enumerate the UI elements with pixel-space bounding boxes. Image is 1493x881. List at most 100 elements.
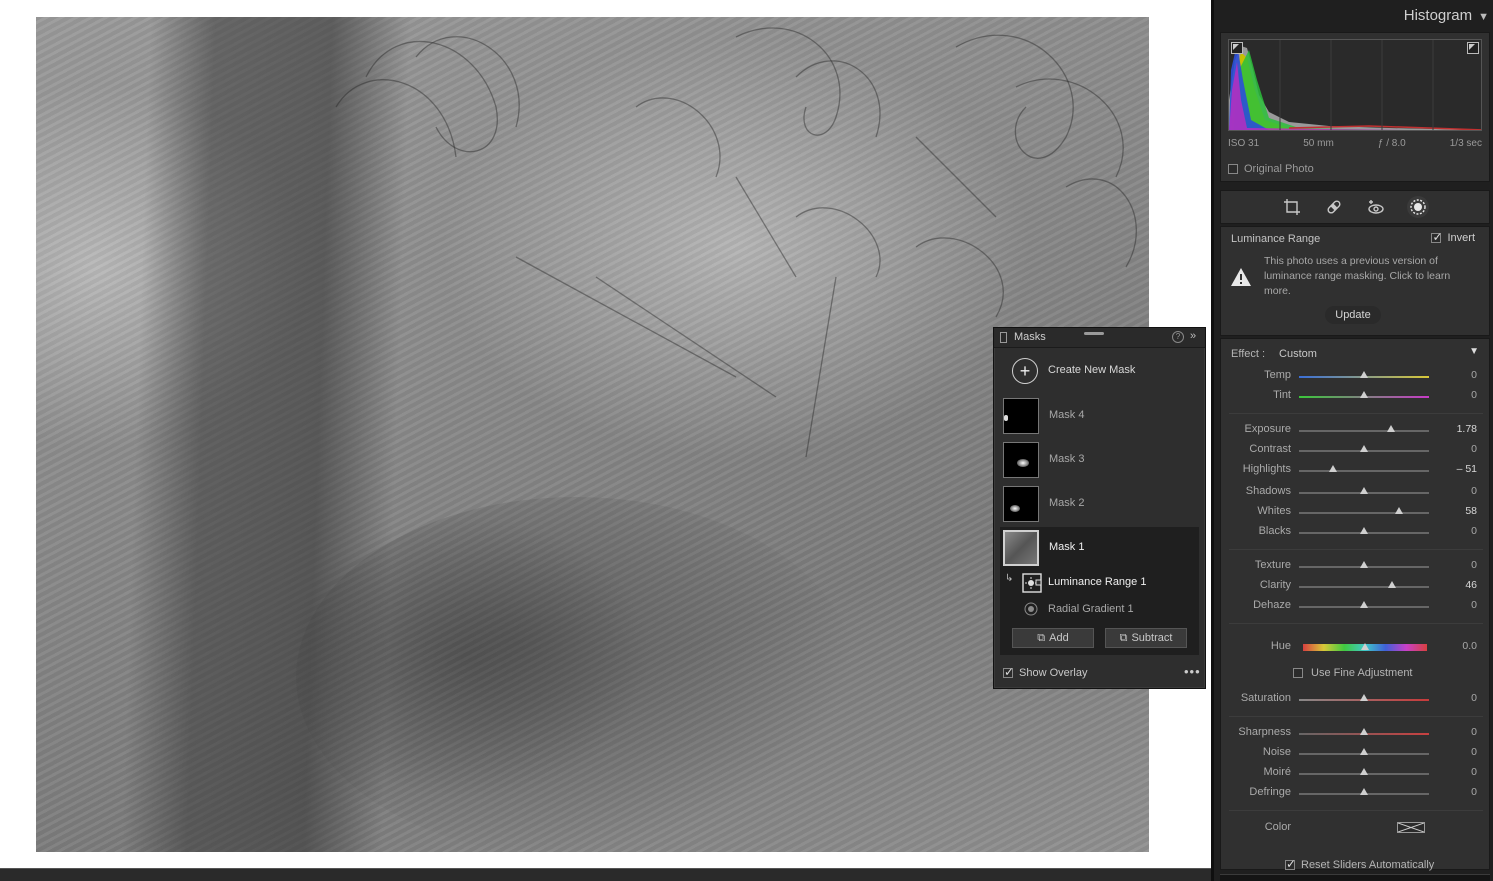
- component-radial-gradient[interactable]: Radial Gradient 1: [1000, 598, 1199, 622]
- slider-track[interactable]: [1299, 391, 1429, 398]
- add-button[interactable]: ⧉ Add: [1012, 628, 1094, 648]
- slider-whites[interactable]: Whites 58: [1221, 505, 1491, 521]
- slider-track[interactable]: [1299, 788, 1429, 795]
- effect-row[interactable]: Effect : Custom: [1231, 348, 1317, 360]
- slider-thumb[interactable]: [1360, 487, 1368, 494]
- slider-value[interactable]: 0: [1471, 525, 1477, 537]
- slider-thumb[interactable]: [1329, 465, 1337, 472]
- slider-value[interactable]: – 51: [1457, 463, 1477, 475]
- slider-thumb[interactable]: [1360, 768, 1368, 775]
- mask-thumbnail[interactable]: [1003, 398, 1039, 434]
- slider-hue[interactable]: Hue 0.0: [1221, 640, 1491, 656]
- slider-thumb[interactable]: [1360, 561, 1368, 568]
- help-icon[interactable]: ?: [1172, 331, 1184, 343]
- plus-icon[interactable]: +: [1012, 358, 1038, 384]
- slider-contrast[interactable]: Contrast 0: [1221, 443, 1491, 459]
- mask-thumbnail[interactable]: [1003, 442, 1039, 478]
- drag-handle[interactable]: [1084, 332, 1104, 335]
- slider-track[interactable]: [1299, 371, 1429, 378]
- collapse-triangle-icon[interactable]: ▼: [1478, 11, 1489, 23]
- original-photo-checkbox[interactable]: [1228, 164, 1238, 174]
- slider-blacks[interactable]: Blacks 0: [1221, 525, 1491, 541]
- slider-value[interactable]: 0: [1471, 726, 1477, 738]
- slider-noise[interactable]: Noise 0: [1221, 746, 1491, 762]
- slider-value[interactable]: 46: [1465, 579, 1477, 591]
- slider-thumb[interactable]: [1360, 728, 1368, 735]
- hue-track[interactable]: [1303, 643, 1427, 651]
- mask-item-2[interactable]: Mask 2: [1000, 483, 1199, 525]
- slider-value[interactable]: 0.0: [1462, 640, 1477, 652]
- slider-thumb[interactable]: [1388, 581, 1396, 588]
- heal-icon[interactable]: [1323, 196, 1345, 218]
- slider-defringe[interactable]: Defringe 0: [1221, 786, 1491, 802]
- slider-saturation[interactable]: Saturation 0: [1221, 692, 1491, 708]
- collapse-panel-icon[interactable]: »: [1190, 330, 1196, 342]
- more-options-icon[interactable]: •••: [1184, 664, 1201, 679]
- histogram-graph[interactable]: [1228, 39, 1482, 131]
- slider-value[interactable]: 0: [1471, 389, 1477, 401]
- slider-thumb[interactable]: [1360, 748, 1368, 755]
- create-new-mask-button[interactable]: + Create New Mask: [1000, 355, 1199, 387]
- slider-thumb[interactable]: [1387, 425, 1395, 432]
- original-photo-toggle[interactable]: Original Photo: [1228, 163, 1314, 175]
- slider-track[interactable]: [1299, 465, 1429, 472]
- crop-icon[interactable]: [1281, 196, 1303, 218]
- slider-track[interactable]: [1299, 487, 1429, 494]
- slider-thumb[interactable]: [1360, 371, 1368, 378]
- slider-track[interactable]: [1299, 768, 1429, 775]
- histogram-header[interactable]: Histogram ▼: [1404, 7, 1489, 24]
- slider-value[interactable]: 0: [1471, 443, 1477, 455]
- component-luminance-range[interactable]: Luminance Range 1: [1000, 571, 1199, 595]
- masking-icon[interactable]: [1407, 196, 1429, 218]
- slider-thumb[interactable]: [1360, 694, 1368, 701]
- slider-thumb[interactable]: [1360, 391, 1368, 398]
- slider-track[interactable]: [1299, 527, 1429, 534]
- slider-value[interactable]: 58: [1465, 505, 1477, 517]
- invert-checkbox[interactable]: [1431, 230, 1443, 244]
- mask-item-1[interactable]: Mask 1: [1000, 527, 1199, 569]
- show-overlay-toggle[interactable]: Show Overlay: [1003, 665, 1087, 679]
- slider-thumb[interactable]: [1360, 601, 1368, 608]
- slider-value[interactable]: 0: [1471, 599, 1477, 611]
- reset-sliders-toggle[interactable]: Reset Sliders Automatically: [1285, 857, 1434, 871]
- slider-shadows[interactable]: Shadows 0: [1221, 485, 1491, 501]
- slider-texture[interactable]: Texture 0: [1221, 559, 1491, 575]
- masks-panel-header[interactable]: Masks ? »: [994, 328, 1205, 348]
- mask-item-3[interactable]: Mask 3: [1000, 439, 1199, 481]
- fine-adjustment-toggle[interactable]: Use Fine Adjustment: [1293, 667, 1413, 679]
- slider-track[interactable]: [1299, 561, 1429, 568]
- slider-value[interactable]: 1.78: [1457, 423, 1477, 435]
- mask-thumbnail[interactable]: [1003, 530, 1039, 566]
- highlight-clipping-button[interactable]: [1467, 42, 1479, 54]
- slider-thumb[interactable]: [1361, 643, 1369, 650]
- slider-value[interactable]: 0: [1471, 369, 1477, 381]
- slider-thumb[interactable]: [1360, 788, 1368, 795]
- slider-exposure[interactable]: Exposure 1.78: [1221, 423, 1491, 439]
- show-overlay-checkbox[interactable]: [1003, 665, 1014, 679]
- slider-thumb[interactable]: [1360, 527, 1368, 534]
- subtract-button[interactable]: ⧉ Subtract: [1105, 628, 1187, 648]
- update-button[interactable]: Update: [1325, 306, 1381, 324]
- slider-temp[interactable]: Temp 0: [1221, 369, 1491, 385]
- color-swatch[interactable]: [1397, 822, 1425, 833]
- slider-track[interactable]: [1299, 425, 1429, 432]
- slider-value[interactable]: 0: [1471, 485, 1477, 497]
- slider-value[interactable]: 0: [1471, 692, 1477, 704]
- mask-item-4[interactable]: Mask 4: [1000, 395, 1199, 437]
- slider-track[interactable]: [1299, 581, 1429, 588]
- slider-moire[interactable]: Moiré 0: [1221, 766, 1491, 782]
- redeye-icon[interactable]: [1365, 196, 1387, 218]
- slider-clarity[interactable]: Clarity 46: [1221, 579, 1491, 595]
- slider-track[interactable]: [1299, 601, 1429, 608]
- slider-value[interactable]: 0: [1471, 746, 1477, 758]
- luminance-warning-text[interactable]: This photo uses a previous version of lu…: [1264, 254, 1474, 299]
- slider-thumb[interactable]: [1360, 445, 1368, 452]
- slider-value[interactable]: 0: [1471, 559, 1477, 571]
- slider-dehaze[interactable]: Dehaze 0: [1221, 599, 1491, 615]
- panel-dock-icon[interactable]: [1000, 332, 1007, 343]
- photo-preview[interactable]: [36, 17, 1149, 852]
- slider-track[interactable]: [1299, 748, 1429, 755]
- slider-tint[interactable]: Tint 0: [1221, 389, 1491, 405]
- mask-thumbnail[interactable]: [1003, 486, 1039, 522]
- slider-track[interactable]: [1299, 507, 1429, 514]
